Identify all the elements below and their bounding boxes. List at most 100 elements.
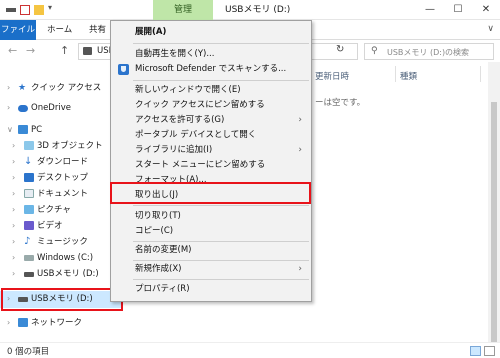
- nav-item-label: ダウンロード: [37, 157, 89, 167]
- menu-separator: [133, 241, 309, 242]
- up-icon[interactable]: ↑: [60, 44, 69, 57]
- nav-pictures[interactable]: › ピクチャ: [0, 202, 122, 218]
- nav-network[interactable]: › ネットワーク: [0, 315, 122, 331]
- ribbon-expand-icon[interactable]: ∨: [487, 24, 494, 34]
- chevron-right-icon[interactable]: ›: [12, 186, 15, 202]
- nav-downloads[interactable]: › ↓ ダウンロード: [0, 154, 122, 170]
- new-folder-icon[interactable]: [34, 5, 44, 15]
- nav-item-label: 3D オブジェクト: [37, 141, 103, 151]
- highlight-eject: [110, 182, 311, 204]
- menu-item-new[interactable]: 新規作成(X) ›: [112, 262, 310, 277]
- scrollbar-thumb[interactable]: [491, 102, 497, 342]
- menu-item-open-new-window[interactable]: 新しいウィンドウで開く(E): [112, 83, 310, 98]
- nav-item-label: ドキュメント: [37, 189, 89, 199]
- nav-item-label: ミュージック: [37, 237, 88, 247]
- column-separator: [480, 66, 481, 82]
- chevron-right-icon[interactable]: ›: [12, 170, 15, 186]
- tab-share[interactable]: 共有: [82, 20, 113, 40]
- nav-item-label: ネットワーク: [31, 318, 83, 328]
- close-button[interactable]: ✕: [472, 0, 500, 20]
- nav-item-label: Windows (C:): [37, 253, 94, 263]
- nav-item-label: ピクチャ: [37, 205, 71, 215]
- nav-onedrive[interactable]: › OneDrive: [0, 100, 122, 116]
- menu-separator: [133, 260, 309, 261]
- tab-file[interactable]: ファイル: [0, 20, 36, 40]
- chevron-right-icon[interactable]: ›: [7, 100, 10, 116]
- tab-manage[interactable]: 管理: [153, 0, 213, 20]
- window-title: USBメモリ (D:): [225, 5, 291, 15]
- download-icon: ↓: [24, 156, 33, 167]
- minimize-button[interactable]: —: [416, 0, 444, 20]
- menu-item-rename[interactable]: 名前の変更(M): [112, 243, 310, 258]
- chevron-right-icon[interactable]: ›: [12, 202, 15, 218]
- cloud-icon: [18, 105, 28, 112]
- menu-item-add-to-library[interactable]: ライブラリに追加(I) ›: [112, 143, 310, 158]
- nav-usb-drive-pc[interactable]: › USBメモリ (D:): [0, 266, 122, 282]
- column-header-modified[interactable]: 更新日時: [315, 70, 349, 82]
- menu-item-expand[interactable]: 展開(A): [112, 25, 310, 40]
- quick-access-dropdown-icon[interactable]: ▾: [48, 3, 58, 13]
- menu-item-label: 新しいウィンドウで開く(E): [135, 85, 241, 95]
- pictures-icon: [24, 205, 34, 214]
- chevron-right-icon[interactable]: ›: [12, 234, 15, 250]
- status-bar: 0 個の項目: [0, 342, 500, 358]
- drive-icon[interactable]: [6, 8, 16, 12]
- refresh-icon[interactable]: ↻: [336, 44, 344, 55]
- search-input[interactable]: ⚲ USBメモリ (D:)の検索: [364, 43, 494, 60]
- menu-item-cut[interactable]: 切り取り(T): [112, 209, 310, 224]
- chevron-right-icon[interactable]: ›: [12, 154, 15, 170]
- properties-icon[interactable]: [20, 5, 30, 15]
- chevron-right-icon[interactable]: ›: [12, 218, 15, 234]
- videos-icon: [24, 221, 34, 230]
- nav-item-label: ビデオ: [37, 221, 63, 231]
- chevron-right-icon[interactable]: ›: [12, 266, 15, 282]
- forward-icon[interactable]: →: [26, 44, 35, 57]
- nav-documents[interactable]: › ドキュメント: [0, 186, 122, 202]
- large-icons-view-icon[interactable]: [484, 346, 495, 356]
- tab-home[interactable]: ホーム: [40, 20, 79, 40]
- chevron-right-icon[interactable]: ›: [12, 250, 15, 266]
- nav-music[interactable]: › ♪ ミュージック: [0, 234, 122, 250]
- nav-pc[interactable]: ∨ PC: [0, 122, 122, 138]
- menu-item-label: 名前の変更(M): [135, 245, 192, 255]
- menu-item-label: プロパティ(R): [135, 284, 190, 294]
- maximize-button[interactable]: ☐: [444, 0, 472, 20]
- chevron-right-icon[interactable]: ›: [7, 315, 10, 331]
- menu-item-give-access[interactable]: アクセスを許可する(G) ›: [112, 113, 310, 128]
- chevron-down-icon[interactable]: ∨: [7, 122, 13, 138]
- 3d-objects-icon: [24, 141, 34, 150]
- empty-folder-message: ーは空です。: [315, 98, 366, 108]
- details-view-icon[interactable]: [470, 346, 481, 356]
- menu-item-label: 新規作成(X): [135, 264, 182, 274]
- nav-videos[interactable]: › ビデオ: [0, 218, 122, 234]
- nav-windows-c[interactable]: › Windows (C:): [0, 250, 122, 266]
- context-menu: 展開(A) 自動再生を開く(Y)... Microsoft Defender で…: [110, 20, 312, 302]
- column-header-type[interactable]: 種類: [400, 70, 417, 82]
- submenu-arrow-icon: ›: [298, 264, 302, 274]
- menu-item-defender-scan[interactable]: Microsoft Defender でスキャンする...: [112, 62, 310, 77]
- menu-item-properties[interactable]: プロパティ(R): [112, 282, 310, 297]
- documents-icon: [24, 189, 34, 198]
- chevron-right-icon[interactable]: ›: [12, 138, 15, 154]
- menu-item-autoplay[interactable]: 自動再生を開く(Y)...: [112, 47, 310, 62]
- nav-desktop[interactable]: › デスクトップ: [0, 170, 122, 186]
- back-icon[interactable]: ←: [8, 44, 17, 57]
- menu-separator: [133, 279, 309, 280]
- music-icon: ♪: [24, 236, 31, 247]
- menu-item-pin-quick-access[interactable]: クイック アクセスにピン留めする: [112, 98, 310, 113]
- submenu-arrow-icon: ›: [298, 115, 302, 125]
- menu-item-pin-start[interactable]: スタート メニューにピン留めする: [112, 158, 310, 173]
- submenu-arrow-icon: ›: [298, 145, 302, 155]
- menu-item-label: アクセスを許可する(G): [135, 115, 225, 125]
- nav-quick-access[interactable]: › ★ クイック アクセス: [0, 80, 122, 96]
- title-bar: ▾ 管理 USBメモリ (D:) — ☐ ✕: [0, 0, 500, 20]
- scrollbar[interactable]: [488, 62, 500, 342]
- menu-item-open-portable-device[interactable]: ポータブル デバイスとして開く: [112, 128, 310, 143]
- menu-item-copy[interactable]: コピー(C): [112, 224, 310, 239]
- menu-separator: [133, 205, 309, 206]
- menu-item-label: 展開(A): [135, 27, 167, 37]
- chevron-right-icon[interactable]: ›: [7, 80, 10, 96]
- nav-3d-objects[interactable]: › 3D オブジェクト: [0, 138, 122, 154]
- search-icon: ⚲: [371, 46, 378, 56]
- nav-item-label: デスクトップ: [37, 173, 89, 183]
